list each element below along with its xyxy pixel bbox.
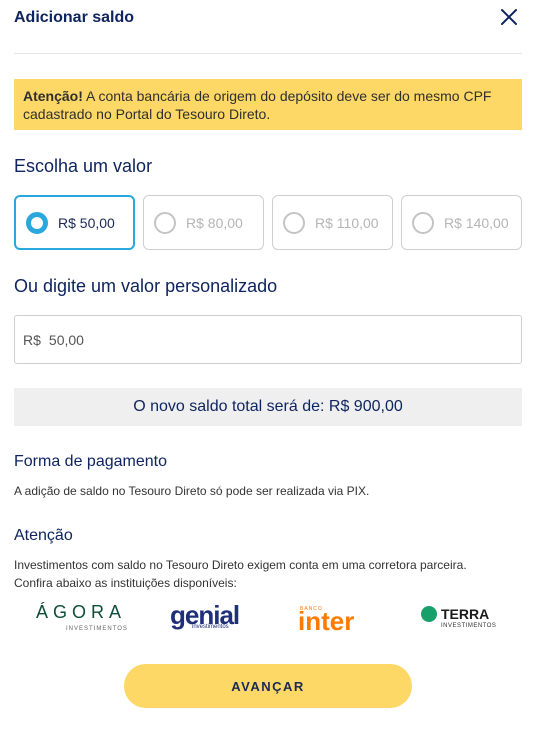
value-option-140[interactable]: R$ 140,00 — [401, 195, 522, 250]
radio-selected-icon — [26, 211, 48, 234]
attention-line-1: Investimentos com saldo no Tesouro Diret… — [14, 558, 467, 572]
advance-button[interactable]: AVANÇAR — [124, 664, 412, 708]
agora-logo: ÁGORA INVESTIMENTOS — [36, 602, 146, 638]
agora-logo-word: ÁGORA — [36, 602, 127, 622]
partner-logos: ÁGORA INVESTIMENTOS genial investimentos… — [14, 602, 522, 638]
value-option-label: R$ 140,00 — [444, 214, 509, 231]
terra-leaf-icon — [421, 606, 437, 622]
value-option-80[interactable]: R$ 80,00 — [143, 195, 264, 250]
alert-text: A conta bancária de origem do depósito d… — [23, 88, 492, 122]
value-option-50[interactable]: R$ 50,00 — [14, 195, 135, 250]
close-icon[interactable] — [500, 8, 518, 26]
custom-value-text: 50,00 — [48, 331, 84, 348]
modal-title: Adicionar saldo — [14, 9, 135, 26]
terra-logo-sub: INVESTIMENTOS — [441, 623, 497, 629]
payment-text: A adição de saldo no Tesouro Direto só p… — [14, 484, 370, 498]
modal-header: Adicionar saldo — [14, 0, 522, 54]
value-options: R$ 50,00 R$ 80,00 R$ 110,00 R$ 140,00 — [14, 195, 522, 250]
custom-value-input[interactable]: R$ 50,00 — [14, 315, 522, 364]
radio-unselected-icon — [154, 211, 176, 234]
value-option-110[interactable]: R$ 110,00 — [272, 195, 393, 250]
radio-unselected-icon — [283, 211, 305, 234]
inter-logo: BANCO inter — [298, 602, 368, 638]
payment-heading: Forma de pagamento — [14, 453, 167, 470]
value-option-label: R$ 80,00 — [186, 214, 243, 231]
currency-prefix: R$ — [23, 331, 41, 348]
radio-unselected-icon — [412, 211, 434, 234]
attention-line-2: Confira abaixo as instituições disponíve… — [14, 576, 237, 590]
alert-bold-label: Atenção! — [23, 88, 83, 104]
genial-logo-sub: investimentos — [192, 624, 229, 630]
new-total-banner: O novo saldo total será de: R$ 900,00 — [14, 388, 522, 426]
terra-logo: TERRA INVESTIMENTOS — [421, 602, 511, 638]
agora-logo-sub: INVESTIMENTOS — [66, 626, 128, 632]
attention-heading: Atenção — [14, 527, 73, 544]
cpf-warning-alert: Atenção! A conta bancária de origem do d… — [14, 79, 522, 130]
inter-logo-word: inter — [298, 606, 355, 636]
custom-value-heading: Ou digite um valor personalizado — [14, 276, 278, 296]
terra-logo-word: TERRA — [441, 606, 490, 622]
value-option-label: R$ 110,00 — [315, 214, 379, 231]
value-option-label: R$ 50,00 — [58, 214, 115, 231]
choose-value-heading: Escolha um valor — [14, 156, 153, 176]
genial-logo: genial investimentos — [170, 602, 250, 638]
